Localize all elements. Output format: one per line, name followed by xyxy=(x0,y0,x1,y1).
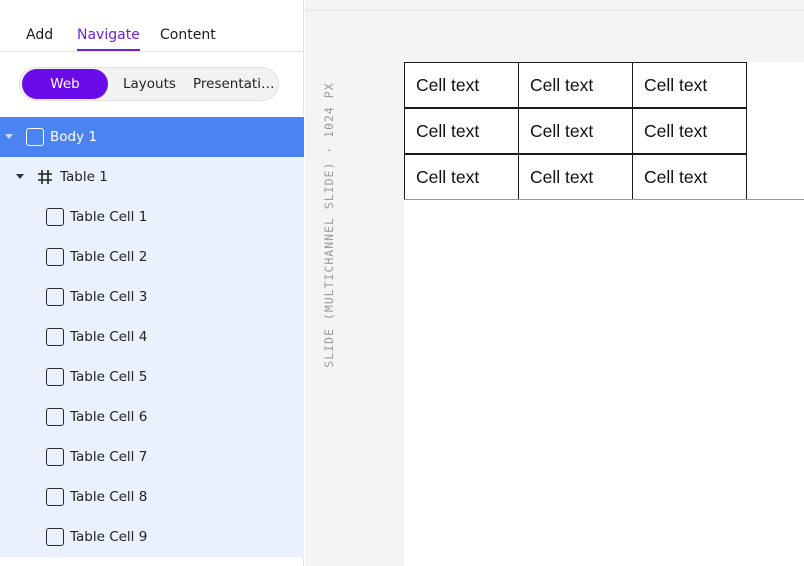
tree-item-label: Table Cell 2 xyxy=(70,249,148,265)
tree-item-label: Table Cell 5 xyxy=(70,369,148,385)
tree-item-label: Table Cell 7 xyxy=(70,449,148,465)
table-cell[interactable]: Cell text xyxy=(632,154,747,200)
panel-tabs: Add Navigate Content xyxy=(0,0,304,52)
tab-navigate[interactable]: Navigate xyxy=(77,26,140,51)
tree-item-cell[interactable]: Table Cell 3 xyxy=(0,277,304,317)
frame-icon xyxy=(46,288,64,306)
tree-item-cell[interactable]: Table Cell 9 xyxy=(0,517,304,557)
frame-icon xyxy=(46,248,64,266)
tree-item-label: Table Cell 3 xyxy=(70,289,148,305)
table-cell[interactable]: Cell text xyxy=(404,62,519,108)
slide-size-label: SLIDE (MULTICHANNEL SLIDE) · 1024 PX xyxy=(322,82,336,368)
table-cell[interactable]: Cell text xyxy=(518,108,633,154)
table-cell[interactable]: Cell text xyxy=(404,154,519,200)
table-cell[interactable]: Cell text xyxy=(518,154,633,200)
chevron-down-icon[interactable] xyxy=(5,134,13,139)
tree-item-label: Table Cell 8 xyxy=(70,489,148,505)
tree-item-label: Body 1 xyxy=(50,129,97,145)
table-cell[interactable]: Cell text xyxy=(518,62,633,108)
tab-content[interactable]: Content xyxy=(160,26,216,44)
view-option-layouts[interactable]: Layouts xyxy=(123,68,176,100)
tree-item-cell[interactable]: Table Cell 6 xyxy=(0,397,304,437)
tree-item-label: Table Cell 4 xyxy=(70,329,148,345)
table-cell[interactable]: Cell text xyxy=(632,62,747,108)
tree-item-label: Table 1 xyxy=(60,169,108,185)
tree-item-cell[interactable]: Table Cell 7 xyxy=(0,437,304,477)
navigator-panel: Add Navigate Content Web Layouts Present… xyxy=(0,0,304,566)
view-option-web[interactable]: Web xyxy=(22,69,108,99)
frame-icon xyxy=(46,208,64,226)
guide-line xyxy=(404,199,804,200)
frame-icon xyxy=(46,528,64,546)
tree-item-label: Table Cell 9 xyxy=(70,529,148,545)
view-option-presentation[interactable]: Presentati… xyxy=(193,68,274,100)
tree-item-cell[interactable]: Table Cell 8 xyxy=(0,477,304,517)
view-switch: Web Layouts Presentati… xyxy=(19,67,279,101)
tree-item-cell[interactable]: Table Cell 5 xyxy=(0,357,304,397)
frame-icon xyxy=(26,128,44,146)
tree-item-body[interactable]: Body 1 xyxy=(0,117,304,157)
frame-icon xyxy=(46,448,64,466)
table-cell[interactable]: Cell text xyxy=(632,108,747,154)
tree-item-cell[interactable]: Table Cell 2 xyxy=(0,237,304,277)
frame-icon xyxy=(46,408,64,426)
chevron-down-icon[interactable] xyxy=(16,174,24,179)
tree-item-table[interactable]: Table 1 xyxy=(0,157,304,197)
tree-item-label: Table Cell 1 xyxy=(70,209,148,225)
tree-item-label: Table Cell 6 xyxy=(70,409,148,425)
layer-tree: Body 1 Table 1 Table Cell 1 Table Cell 2… xyxy=(0,117,304,557)
frame-icon xyxy=(46,488,64,506)
table-grid-icon xyxy=(38,170,52,184)
tree-item-cell[interactable]: Table Cell 4 xyxy=(0,317,304,357)
frame-icon xyxy=(46,328,64,346)
divider xyxy=(305,10,804,11)
frame-icon xyxy=(46,368,64,386)
tab-add[interactable]: Add xyxy=(26,26,53,44)
table-cell[interactable]: Cell text xyxy=(404,108,519,154)
tree-item-cell[interactable]: Table Cell 1 xyxy=(0,197,304,237)
